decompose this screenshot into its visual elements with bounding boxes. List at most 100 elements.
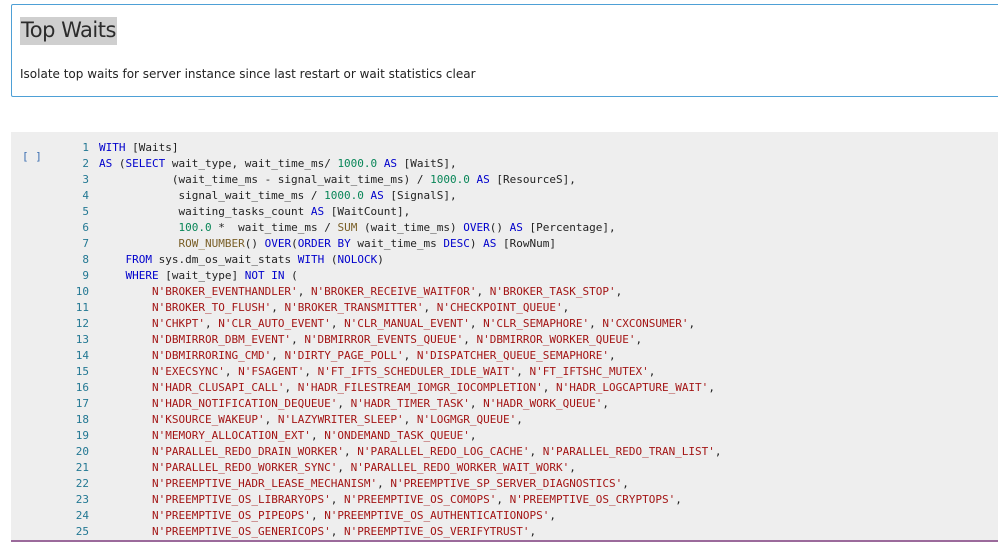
code-token: N'HADR_TIMER_TASK' xyxy=(350,397,470,410)
code-token: N'MEMORY_ALLOCATION_EXT' xyxy=(151,429,311,442)
line-number: 14 xyxy=(75,349,89,362)
code-line[interactable]: 23 N'PREEMPTIVE_OS_LIBRARYOPS', N'PREEMP… xyxy=(11,492,998,508)
code-line[interactable]: 2 AS (SELECT wait_type, wait_time_ms/ 100… xyxy=(11,156,998,172)
code-line[interactable]: 24 N'PREEMPTIVE_OS_PIPEOPS', N'PREEMPTIV… xyxy=(11,508,998,524)
code-text: N'CHKPT', N'CLR_AUTO_EVENT', N'CLR_MANUA… xyxy=(99,316,695,332)
code-token: signal_wait_time_ms / xyxy=(99,189,325,202)
code-token: , xyxy=(264,413,278,426)
code-token: , xyxy=(271,349,285,362)
code-token: N'HADR_LOGCAPTURE_WAIT' xyxy=(555,381,709,394)
code-token: AS xyxy=(310,205,325,218)
code-token: , xyxy=(423,301,437,314)
code-token: , xyxy=(330,525,345,538)
cell-heading: Top Waits xyxy=(20,17,117,46)
code-token: , xyxy=(204,317,219,330)
code-token: , xyxy=(344,445,358,458)
code-token: 1000.0 xyxy=(430,173,470,186)
code-token: N'LOGMGR_QUEUE' xyxy=(416,413,517,426)
code-text: WITH [Waits] xyxy=(99,140,178,156)
code-token: , xyxy=(337,461,351,474)
code-token: [WaitS], xyxy=(397,157,457,170)
code-token: , xyxy=(310,429,325,442)
code-token: N'FT_IFTSHC_MUTEX' xyxy=(529,365,649,378)
code-line[interactable]: 17 N'HADR_NOTIFICATION_DEQUEUE', N'HADR_… xyxy=(11,396,998,412)
code-token: N'PREEMPTIVE_OS_CRYPTOPS' xyxy=(509,493,676,506)
code-token: N'KSOURCE_WAKEUP' xyxy=(151,413,265,426)
code-line[interactable]: 1 WITH [Waits] xyxy=(11,140,998,156)
code-line[interactable]: 11 N'BROKER_TO_FLUSH', N'BROKER_TRANSMIT… xyxy=(11,300,998,316)
code-token: WITH xyxy=(99,141,126,154)
code-token: N'PREEMPTIVE_OS_COMOPS' xyxy=(344,493,497,506)
code-token: , xyxy=(615,285,623,298)
code-token: N'BROKER_TASK_STOP' xyxy=(489,285,616,298)
code-line[interactable]: 10 N'BROKER_EVENTHANDLER', N'BROKER_RECE… xyxy=(11,284,998,300)
code-token: [Waits] xyxy=(125,141,179,154)
code-token: N'CXCONSUMER' xyxy=(602,317,689,330)
code-line[interactable]: 5 waiting_tasks_count AS [WaitCount], xyxy=(11,204,998,220)
code-token: , xyxy=(469,397,484,410)
code-line[interactable]: 18 N'KSOURCE_WAKEUP', N'LAZYWRITER_SLEEP… xyxy=(11,412,998,428)
code-line[interactable]: 12 N'CHKPT', N'CLR_AUTO_EVENT', N'CLR_MA… xyxy=(11,316,998,332)
code-token: , xyxy=(562,301,570,314)
code-token: [SignalS], xyxy=(383,189,457,202)
code-token: SELECT xyxy=(125,157,166,170)
code-line[interactable]: 7 ROW_NUMBER() OVER(ORDER BY wait_time_m… xyxy=(11,236,998,252)
code-text: N'PREEMPTIVE_OS_GENERICOPS', N'PREEMPTIV… xyxy=(99,524,536,540)
code-line[interactable]: 3 (wait_time_ms - signal_wait_time_ms) /… xyxy=(11,172,998,188)
code-token: * wait_time_ms / xyxy=(211,221,338,234)
code-line[interactable]: 14 N'DBMIRRORING_CMD', N'DIRTY_PAGE_POLL… xyxy=(11,348,998,364)
code-token: ( xyxy=(112,157,126,170)
code-token: 100.0 xyxy=(178,221,212,234)
code-token: , xyxy=(469,317,484,330)
line-number: 10 xyxy=(75,285,89,298)
code-token: N'DISPATCHER_QUEUE_SEMAPHORE' xyxy=(416,349,609,362)
code-token: , xyxy=(608,349,616,362)
code-token: N'LAZYWRITER_SLEEP' xyxy=(277,413,404,426)
code-token: , xyxy=(708,381,715,394)
code-token: , xyxy=(529,525,537,538)
code-token: N'EXECSYNC' xyxy=(151,365,225,378)
code-line[interactable]: 8 FROM sys.dm_os_wait_stats WITH (NOLOCK… xyxy=(11,252,998,268)
code-token: N'HADR_WORK_QUEUE' xyxy=(483,397,603,410)
code-token: N'CHKPT' xyxy=(151,317,205,330)
code-cell[interactable]: [ ] 1 WITH [Waits] 2 AS (SELECT wait_type, … xyxy=(11,132,998,542)
code-line[interactable]: 16 N'HADR_CLUSAPI_CALL', N'HADR_FILESTRE… xyxy=(11,380,998,396)
code-token: AS xyxy=(370,189,384,202)
line-number: 7 xyxy=(82,237,89,250)
code-token: ORDER BY xyxy=(297,237,351,250)
code-token: N'PREEMPTIVE_OS_AUTHENTICATIONOPS' xyxy=(324,509,550,522)
code-token: N'HADR_CLUSAPI_CALL' xyxy=(151,381,285,394)
code-line[interactable]: 19 N'MEMORY_ALLOCATION_EXT', N'ONDEMAND_… xyxy=(11,428,998,444)
cell-description: Isolate top waits for server instance si… xyxy=(20,67,476,81)
code-token: N'PREEMPTIVE_OS_LIBRARYOPS' xyxy=(151,493,331,506)
code-line[interactable]: 13 N'DBMIRROR_DBM_EVENT', N'DBMIRROR_EVE… xyxy=(11,332,998,348)
code-line[interactable]: 20 N'PARALLEL_REDO_DRAIN_WORKER', N'PARA… xyxy=(11,444,998,460)
code-token: N'DBMIRRORING_CMD' xyxy=(151,349,272,362)
code-token: , xyxy=(224,365,239,378)
code-editor[interactable]: 1 WITH [Waits] 2 AS (SELECT wait_type, wait… xyxy=(11,140,998,540)
code-token: OVER xyxy=(463,221,490,234)
code-line[interactable]: 21 N'PARALLEL_REDO_WORKER_SYNC', N'PARAL… xyxy=(11,460,998,476)
code-line[interactable]: 9 WHERE [wait_type] NOT IN ( xyxy=(11,268,998,284)
code-line[interactable]: 25 N'PREEMPTIVE_OS_GENERICOPS', N'PREEMP… xyxy=(11,524,998,540)
code-line[interactable]: 4 signal_wait_time_ms / 1000.0 AS [Signa… xyxy=(11,188,998,204)
code-token: (wait_time_ms - signal_wait_time_ms) / xyxy=(99,173,431,186)
markdown-cell[interactable]: Top Waits Isolate top waits for server i… xyxy=(11,4,998,97)
code-token: , xyxy=(284,381,298,394)
code-token: , xyxy=(310,509,325,522)
code-token: ROW_NUMBER xyxy=(178,237,245,250)
code-line[interactable]: 6 100.0 * wait_time_ms / SUM (wait_time_… xyxy=(11,220,998,236)
code-line[interactable]: 15 N'EXECSYNC', N'FSAGENT', N'FT_IFTS_SC… xyxy=(11,364,998,380)
code-line[interactable]: 22 N'PREEMPTIVE_HADR_LEASE_MECHANISM', N… xyxy=(11,476,998,492)
code-text: N'BROKER_TO_FLUSH', N'BROKER_TRANSMITTER… xyxy=(99,300,569,316)
code-token: , xyxy=(542,381,556,394)
code-token: N'PARALLEL_REDO_LOG_CACHE' xyxy=(357,445,530,458)
code-token: , xyxy=(529,445,543,458)
